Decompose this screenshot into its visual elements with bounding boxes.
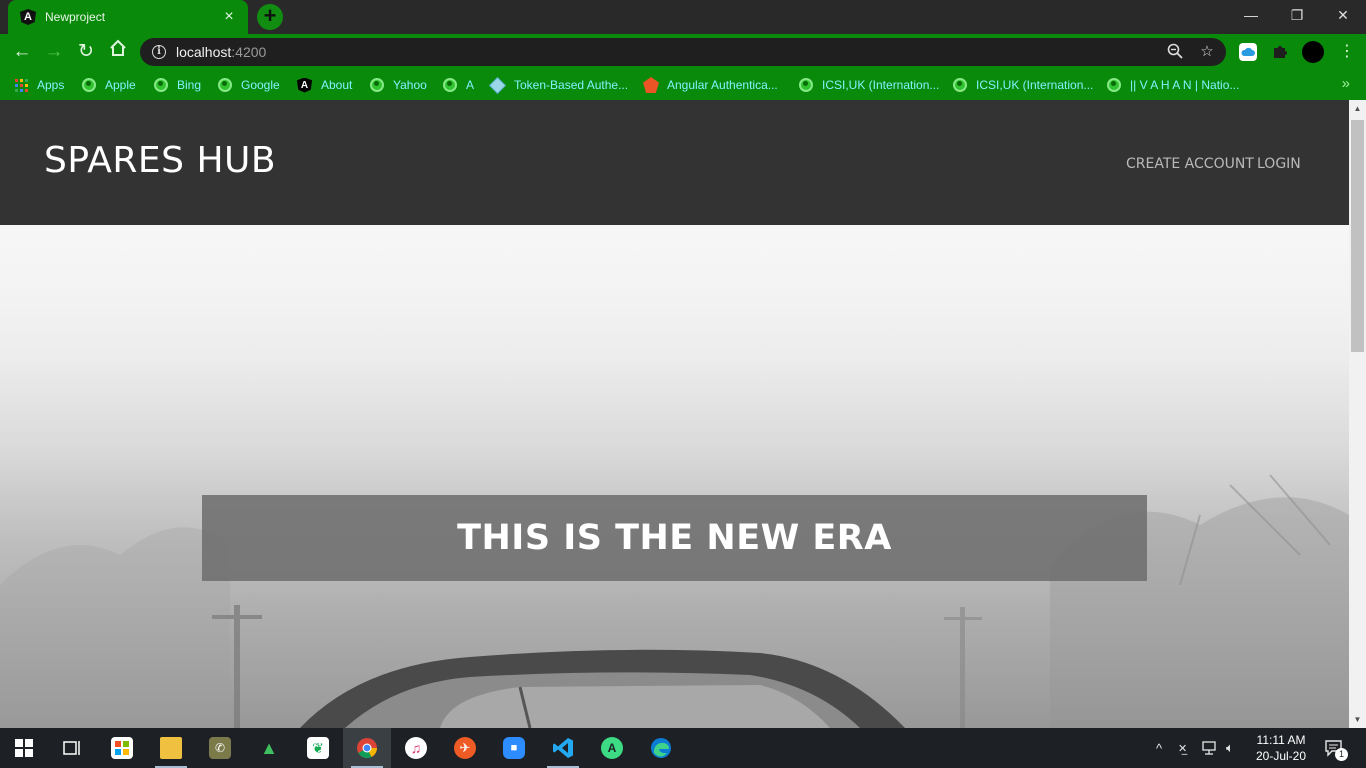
home-icon[interactable] bbox=[104, 38, 132, 66]
tab-title: Newproject bbox=[45, 10, 106, 24]
extensions-puzzle-icon[interactable] bbox=[1271, 43, 1289, 61]
scroll-thumb[interactable] bbox=[1351, 120, 1364, 352]
site-brand[interactable]: SPARES HUB bbox=[44, 140, 276, 181]
minimize-window-button[interactable]: — bbox=[1228, 0, 1274, 30]
bookmark-google[interactable]: Google bbox=[218, 76, 280, 94]
bookmarks-bar: Apps Apple Bing Google A About Yahoo A To… bbox=[0, 69, 1366, 100]
whatsapp-icon[interactable]: ✆ bbox=[196, 728, 244, 768]
cloud-extension-icon[interactable] bbox=[1239, 43, 1257, 61]
show-hidden-icons-chevron[interactable]: ^ bbox=[1156, 728, 1162, 768]
browser-toolbar: ← → ↻ i localhost:4200 ☆ ⋮ bbox=[0, 34, 1366, 69]
store-icon[interactable] bbox=[98, 728, 146, 768]
forward-arrow-icon[interactable]: → bbox=[40, 38, 68, 66]
bookmark-icsi-1[interactable]: ICSI,UK (Internation... bbox=[799, 76, 939, 94]
bookmark-label: Apps bbox=[37, 78, 65, 92]
notification-count-badge: 1 bbox=[1335, 748, 1348, 761]
bookmark-label: Apple bbox=[105, 78, 136, 92]
task-view-icon[interactable] bbox=[48, 728, 96, 768]
bookmark-bing[interactable]: Bing bbox=[154, 76, 201, 94]
login-link[interactable]: LOGIN bbox=[1257, 156, 1301, 172]
scroll-down-arrow-icon[interactable]: ▼ bbox=[1349, 711, 1366, 728]
cube-icon bbox=[489, 76, 506, 94]
hero-section: THIS IS THE NEW ERA bbox=[0, 225, 1349, 728]
bookmark-yahoo[interactable]: Yahoo bbox=[370, 76, 427, 94]
close-window-button[interactable]: ✕ bbox=[1320, 0, 1366, 30]
volume-icon[interactable]: 🔈︎ bbox=[1226, 728, 1234, 768]
bookmark-angular-auth[interactable]: Angular Authentica... bbox=[643, 76, 778, 94]
edge-icon[interactable] bbox=[637, 728, 685, 768]
url-port: :4200 bbox=[231, 44, 267, 60]
globe-icon bbox=[799, 78, 813, 92]
vscode-icon[interactable] bbox=[539, 728, 587, 768]
bookmark-label: Bing bbox=[177, 78, 202, 92]
menu-kebab-icon[interactable]: ⋮ bbox=[1333, 38, 1361, 66]
bookmark-vahan[interactable]: || V A H A N | Natio... bbox=[1107, 76, 1239, 94]
bookmark-label: About bbox=[321, 78, 353, 92]
bookmark-label: Yahoo bbox=[393, 78, 427, 92]
apps-grid-icon bbox=[15, 78, 28, 92]
new-tab-button[interactable]: + bbox=[257, 4, 283, 30]
clock-date: 20-Jul-20 bbox=[1255, 749, 1307, 763]
bookmark-about[interactable]: A About bbox=[297, 76, 352, 94]
bookmark-icsi-2[interactable]: ICSI,UK (Internation... bbox=[953, 76, 1093, 94]
bookmark-label: Token-Based Authe... bbox=[514, 78, 629, 92]
page-viewport: SPARES HUB CREATE ACCOUNT LOGIN THIS IS … bbox=[0, 100, 1349, 728]
auth0-icon bbox=[643, 77, 659, 93]
bookmark-token-based[interactable]: Token-Based Authe... bbox=[489, 76, 629, 94]
close-tab-icon[interactable]: × bbox=[220, 8, 238, 26]
chrome-icon[interactable] bbox=[343, 728, 391, 768]
bookmark-label: Google bbox=[241, 78, 280, 92]
robo3t-icon[interactable]: ▲ bbox=[245, 728, 293, 768]
globe-icon bbox=[370, 78, 384, 92]
url-host: localhost bbox=[176, 44, 232, 60]
angular-favicon-icon: A bbox=[20, 9, 36, 25]
globe-icon bbox=[82, 78, 96, 92]
site-info-icon[interactable]: i bbox=[152, 45, 166, 59]
globe-icon bbox=[1107, 78, 1121, 92]
tab-newproject[interactable]: A Newproject × bbox=[8, 0, 248, 34]
more-bookmarks-chevron-icon[interactable]: » bbox=[1342, 75, 1350, 92]
bookmark-label: || V A H A N | Natio... bbox=[1130, 78, 1240, 92]
hero-car-fog-image bbox=[0, 225, 1349, 728]
site-header: SPARES HUB CREATE ACCOUNT LOGIN bbox=[0, 100, 1349, 225]
mongodb-compass-icon[interactable]: ❦ bbox=[294, 728, 342, 768]
restore-window-button[interactable]: ❐ bbox=[1274, 0, 1320, 30]
bookmark-label: ICSI,UK (Internation... bbox=[822, 78, 940, 92]
bookmark-star-icon[interactable]: ☆ bbox=[1198, 43, 1216, 61]
bookmark-label: Angular Authentica... bbox=[667, 78, 778, 92]
address-bar[interactable]: i localhost:4200 ☆ bbox=[140, 38, 1226, 66]
bookmark-apple[interactable]: Apple bbox=[82, 76, 136, 94]
zoom-app-icon[interactable]: ■ bbox=[490, 728, 538, 768]
scroll-up-arrow-icon[interactable]: ▲ bbox=[1349, 100, 1366, 117]
globe-icon bbox=[154, 78, 168, 92]
zoom-icon[interactable] bbox=[1166, 43, 1184, 61]
page-scrollbar[interactable]: ▲ ▼ bbox=[1349, 100, 1366, 728]
taskbar-clock[interactable]: 11:11 AM 20-Jul-20 bbox=[1250, 732, 1312, 764]
globe-icon bbox=[218, 78, 232, 92]
create-account-link[interactable]: CREATE ACCOUNT bbox=[1126, 156, 1254, 172]
bookmark-apps[interactable]: Apps bbox=[15, 76, 64, 94]
input-method-icon[interactable]: ✕̲ bbox=[1178, 728, 1187, 768]
file-explorer-icon[interactable] bbox=[147, 728, 195, 768]
angular-icon: A bbox=[297, 77, 312, 93]
hero-banner: THIS IS THE NEW ERA bbox=[202, 495, 1147, 581]
itunes-icon[interactable]: ♫ bbox=[392, 728, 440, 768]
browser-tabstrip: A Newproject × + — ❐ ✕ bbox=[0, 0, 1366, 34]
windows-taskbar: ✆ ▲ ❦ ♫ ✈ ■ A ^ ✕̲ 🔈︎ 11:11 AM 20-Jul-20… bbox=[0, 728, 1366, 768]
windows-start-icon[interactable] bbox=[0, 728, 48, 768]
network-icon[interactable] bbox=[1202, 728, 1220, 768]
action-center-icon[interactable]: 1 bbox=[1324, 728, 1348, 768]
bookmark-label: A bbox=[466, 78, 475, 92]
clock-time: 11:11 AM bbox=[1256, 733, 1306, 747]
bookmark-label: ICSI,UK (Internation... bbox=[976, 78, 1094, 92]
postman-icon[interactable]: ✈ bbox=[441, 728, 489, 768]
globe-icon bbox=[953, 78, 967, 92]
hero-title: THIS IS THE NEW ERA bbox=[457, 518, 892, 558]
globe-icon bbox=[443, 78, 457, 92]
reload-icon[interactable]: ↻ bbox=[72, 38, 100, 66]
back-arrow-icon[interactable]: ← bbox=[8, 38, 36, 66]
profile-avatar[interactable] bbox=[1302, 41, 1324, 63]
android-studio-icon[interactable]: A bbox=[588, 728, 636, 768]
bookmark-a[interactable]: A bbox=[443, 76, 474, 94]
